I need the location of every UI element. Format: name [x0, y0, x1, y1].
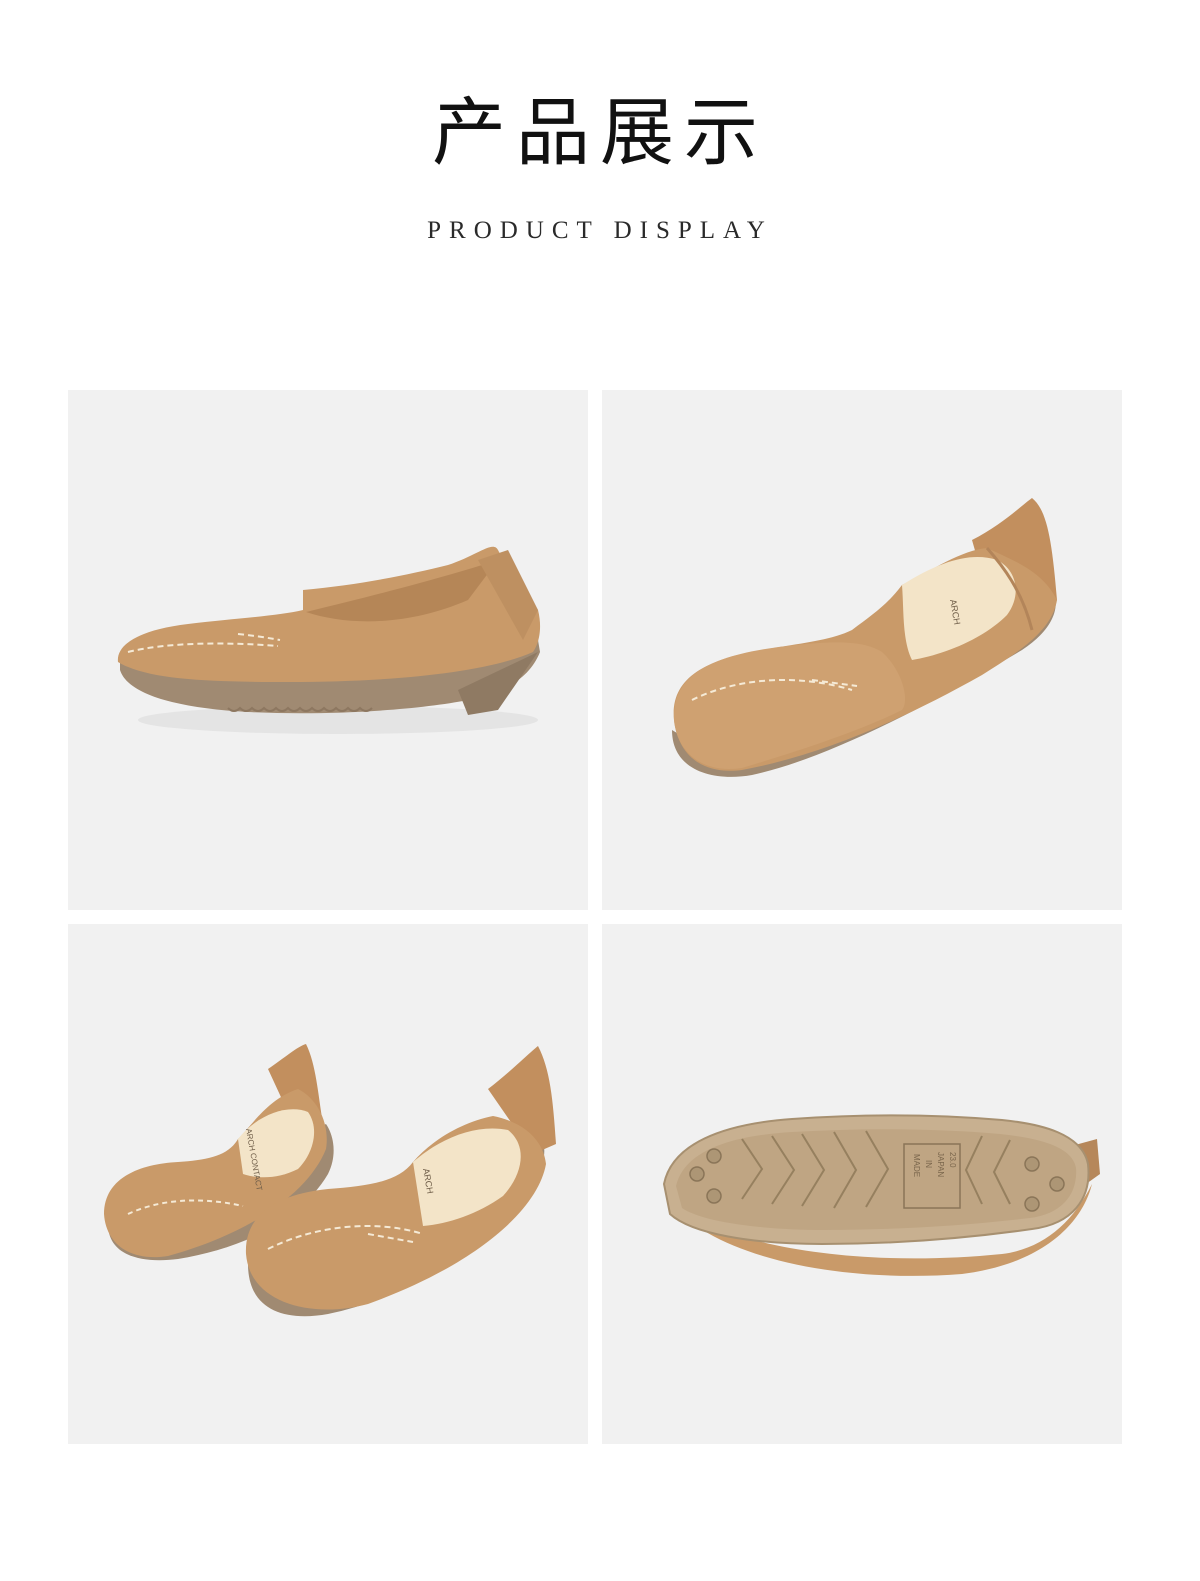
sole-marking-in: IN [924, 1160, 933, 1168]
sole-marking-made: MADE [912, 1154, 921, 1177]
sole-marking-country: JAPAN [936, 1152, 945, 1177]
page-subtitle: PRODUCT DISPLAY [427, 217, 773, 244]
product-image-front-view: ARCH [602, 390, 1122, 910]
product-image-sole-view: MADE IN JAPAN 23.0 [602, 924, 1122, 1444]
product-image-side-view [68, 390, 588, 910]
loafer-front-icon: ARCH [672, 498, 1057, 777]
sole-marking-size: 23.0 [948, 1152, 957, 1168]
loafer-pair-icon: ARCH CONTACT ARCH [104, 1044, 556, 1317]
loafer-side-icon [117, 546, 541, 734]
product-image-pair-view: ARCH CONTACT ARCH [68, 924, 588, 1444]
page-title: 产品展示 [432, 90, 768, 176]
loafer-sole-icon: MADE IN JAPAN 23.0 [662, 1114, 1100, 1276]
